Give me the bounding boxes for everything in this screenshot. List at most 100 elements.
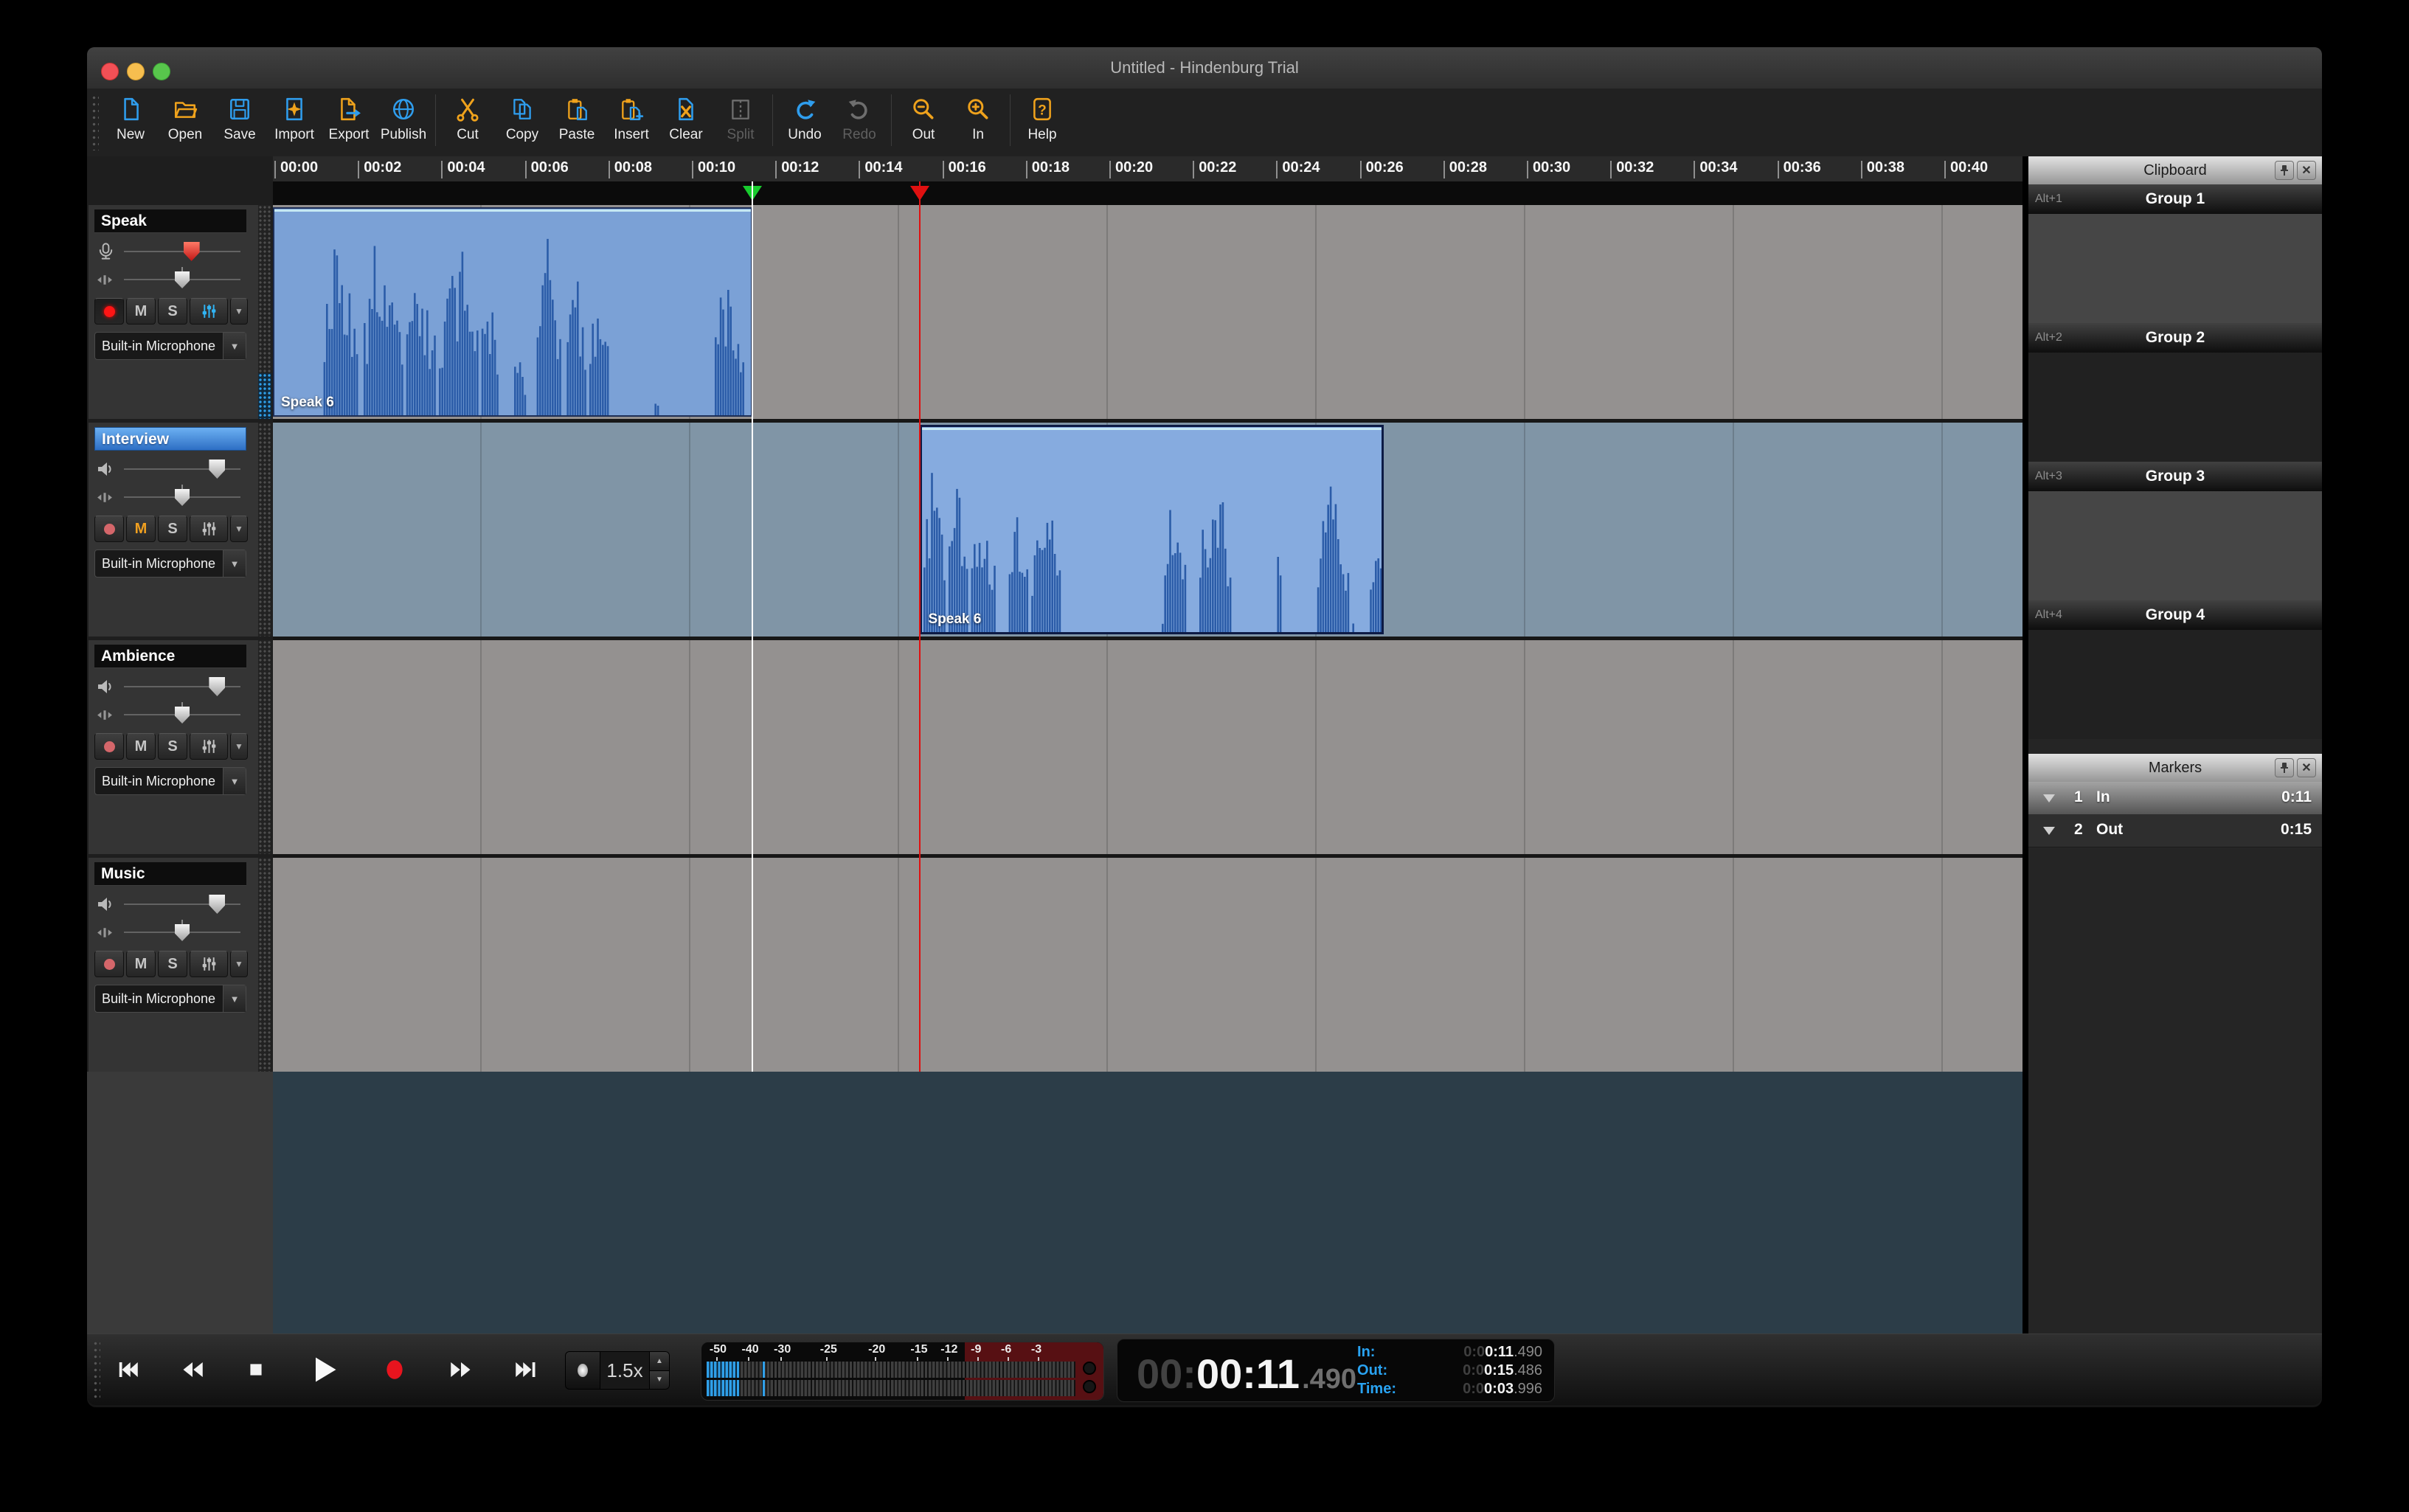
clipboard-group-body[interactable] [2028, 491, 2322, 600]
pan-slider-handle[interactable] [175, 707, 190, 724]
pin-icon[interactable] [2275, 758, 2294, 777]
new-button[interactable]: New [103, 89, 158, 152]
track-lane-music[interactable] [273, 858, 2022, 1072]
time-main: 00:11 [1196, 1350, 1300, 1397]
pan-slider-handle[interactable] [175, 489, 190, 506]
input-device-dropdown[interactable]: Built-in Microphone ▼ [94, 985, 246, 1013]
save-button[interactable]: Save [212, 89, 267, 152]
transport-drag-handle[interactable] [93, 1340, 100, 1399]
input-device-dropdown[interactable]: Built-in Microphone ▼ [94, 767, 246, 795]
vu-scale-label: -6 [1001, 1343, 1012, 1356]
speed-down-button[interactable]: ▼ [650, 1370, 669, 1389]
redo-button[interactable]: Redo [832, 89, 887, 152]
clear-icon [673, 93, 699, 125]
record-arm-button[interactable] [94, 516, 124, 542]
help-button[interactable]: ? Help [1015, 89, 1070, 152]
input-device-dropdown[interactable]: Built-in Microphone ▼ [94, 332, 246, 360]
vu-scale-tick [874, 1357, 876, 1361]
marker-row[interactable]: 2 Out 0:15 [2028, 814, 2322, 847]
record-arm-button[interactable] [94, 951, 124, 977]
marker-strip[interactable] [273, 181, 2022, 205]
mute-button[interactable]: M [126, 733, 156, 760]
track-options-button[interactable]: ▼ [230, 516, 248, 542]
svg-text:?: ? [1038, 103, 1047, 118]
undo-icon [792, 93, 817, 125]
mute-button[interactable]: M [126, 516, 156, 542]
track-header-interview[interactable]: Interview M S ▼ Built-in Microphone ▼ [89, 423, 258, 637]
clear-button[interactable]: Clear [659, 89, 713, 152]
track-lane-ambience[interactable] [273, 640, 2022, 854]
readout-label: Out: [1357, 1362, 1388, 1379]
insert-button[interactable]: Insert [604, 89, 659, 152]
volume-slider-handle[interactable] [209, 895, 226, 914]
track-options-button[interactable]: ▼ [230, 298, 248, 325]
copy-button[interactable]: Copy [495, 89, 550, 152]
close-icon[interactable]: ✕ [2297, 161, 2316, 180]
track-header-music[interactable]: Music M S ▼ Built-in Microphone ▼ [89, 858, 258, 1072]
mute-button[interactable]: M [126, 298, 156, 325]
cut-button[interactable]: Cut [440, 89, 495, 152]
track-options-button[interactable]: ▼ [230, 733, 248, 760]
speed-toggle-button[interactable] [565, 1351, 600, 1390]
fast-forward-button[interactable] [449, 1359, 473, 1381]
out-button[interactable]: Out [896, 89, 951, 152]
import-button[interactable]: Import [267, 89, 322, 152]
toolbar-drag-handle[interactable] [91, 94, 99, 150]
record-arm-button[interactable] [94, 733, 124, 760]
pan-slider-handle[interactable] [175, 271, 190, 288]
panel-divider [2022, 156, 2028, 1334]
speaker-icon [96, 677, 117, 696]
open-button[interactable]: Open [158, 89, 212, 152]
clipboard-group-body[interactable] [2028, 630, 2322, 739]
track-options-button[interactable]: ▼ [230, 951, 248, 977]
ruler-time-label: 00:06 [530, 159, 569, 176]
clipboard-group-body[interactable] [2028, 353, 2322, 462]
speed-up-button[interactable]: ▲ [650, 1352, 669, 1371]
eq-button[interactable] [190, 516, 228, 542]
playhead-line[interactable] [752, 181, 754, 1072]
marker-row[interactable]: 1 In 0:11 [2028, 782, 2322, 815]
clipboard-group-header[interactable]: Group 4 Alt+4 [2028, 600, 2322, 631]
track-header-speak[interactable]: Speak M S ▼ Built-in Microphone ▼ [89, 205, 258, 419]
stop-button[interactable] [246, 1360, 266, 1379]
skip-start-button[interactable] [117, 1359, 139, 1381]
eq-button[interactable] [190, 298, 228, 325]
input-device-dropdown[interactable]: Built-in Microphone ▼ [94, 549, 246, 578]
solo-button[interactable]: S [158, 951, 187, 977]
in-button[interactable]: In [951, 89, 1005, 152]
paste-button[interactable]: Paste [550, 89, 604, 152]
export-button[interactable]: Export [322, 89, 376, 152]
eq-button[interactable] [190, 733, 228, 760]
solo-button[interactable]: S [158, 516, 187, 542]
speed-spinner: ▲ ▼ [650, 1351, 670, 1390]
pan-slider-handle[interactable] [175, 924, 190, 941]
clipboard-group-header[interactable]: Group 3 Alt+3 [2028, 462, 2322, 492]
close-icon[interactable]: ✕ [2297, 758, 2316, 777]
clipboard-group-header[interactable]: Group 1 Alt+1 [2028, 184, 2322, 215]
timeline-ruler[interactable]: 00:00 00:02 00:04 00:06 00:08 00:10 00:12 00:14… [273, 156, 2022, 181]
ruler-tick [1359, 161, 1362, 178]
undo-button[interactable]: Undo [777, 89, 832, 152]
clipboard-group-body[interactable] [2028, 214, 2322, 323]
mute-button[interactable]: M [126, 951, 156, 977]
play-button[interactable] [308, 1353, 340, 1386]
solo-button[interactable]: S [158, 733, 187, 760]
rewind-button[interactable] [181, 1359, 204, 1381]
split-button[interactable]: Split [713, 89, 768, 152]
out-marker-line[interactable] [918, 181, 921, 1072]
record-arm-button[interactable] [94, 298, 124, 325]
vu-scale-tick [748, 1357, 750, 1361]
volume-slider-handle[interactable] [209, 460, 226, 479]
track-header-ambience[interactable]: Ambience M S ▼ Built-in Microphone ▼ [89, 640, 258, 854]
clipboard-group-header[interactable]: Group 2 Alt+2 [2028, 323, 2322, 353]
eq-button[interactable] [190, 951, 228, 977]
volume-slider-handle[interactable] [209, 677, 226, 696]
audio-clip[interactable]: Speak 6 [273, 207, 753, 417]
pin-icon[interactable] [2275, 161, 2294, 180]
audio-clip[interactable]: Speak 6 [919, 425, 1384, 634]
record-button[interactable] [382, 1357, 407, 1382]
publish-button[interactable]: Publish [376, 89, 431, 152]
solo-button[interactable]: S [158, 298, 187, 325]
volume-slider-handle[interactable] [183, 242, 200, 261]
skip-end-button[interactable] [515, 1359, 537, 1381]
